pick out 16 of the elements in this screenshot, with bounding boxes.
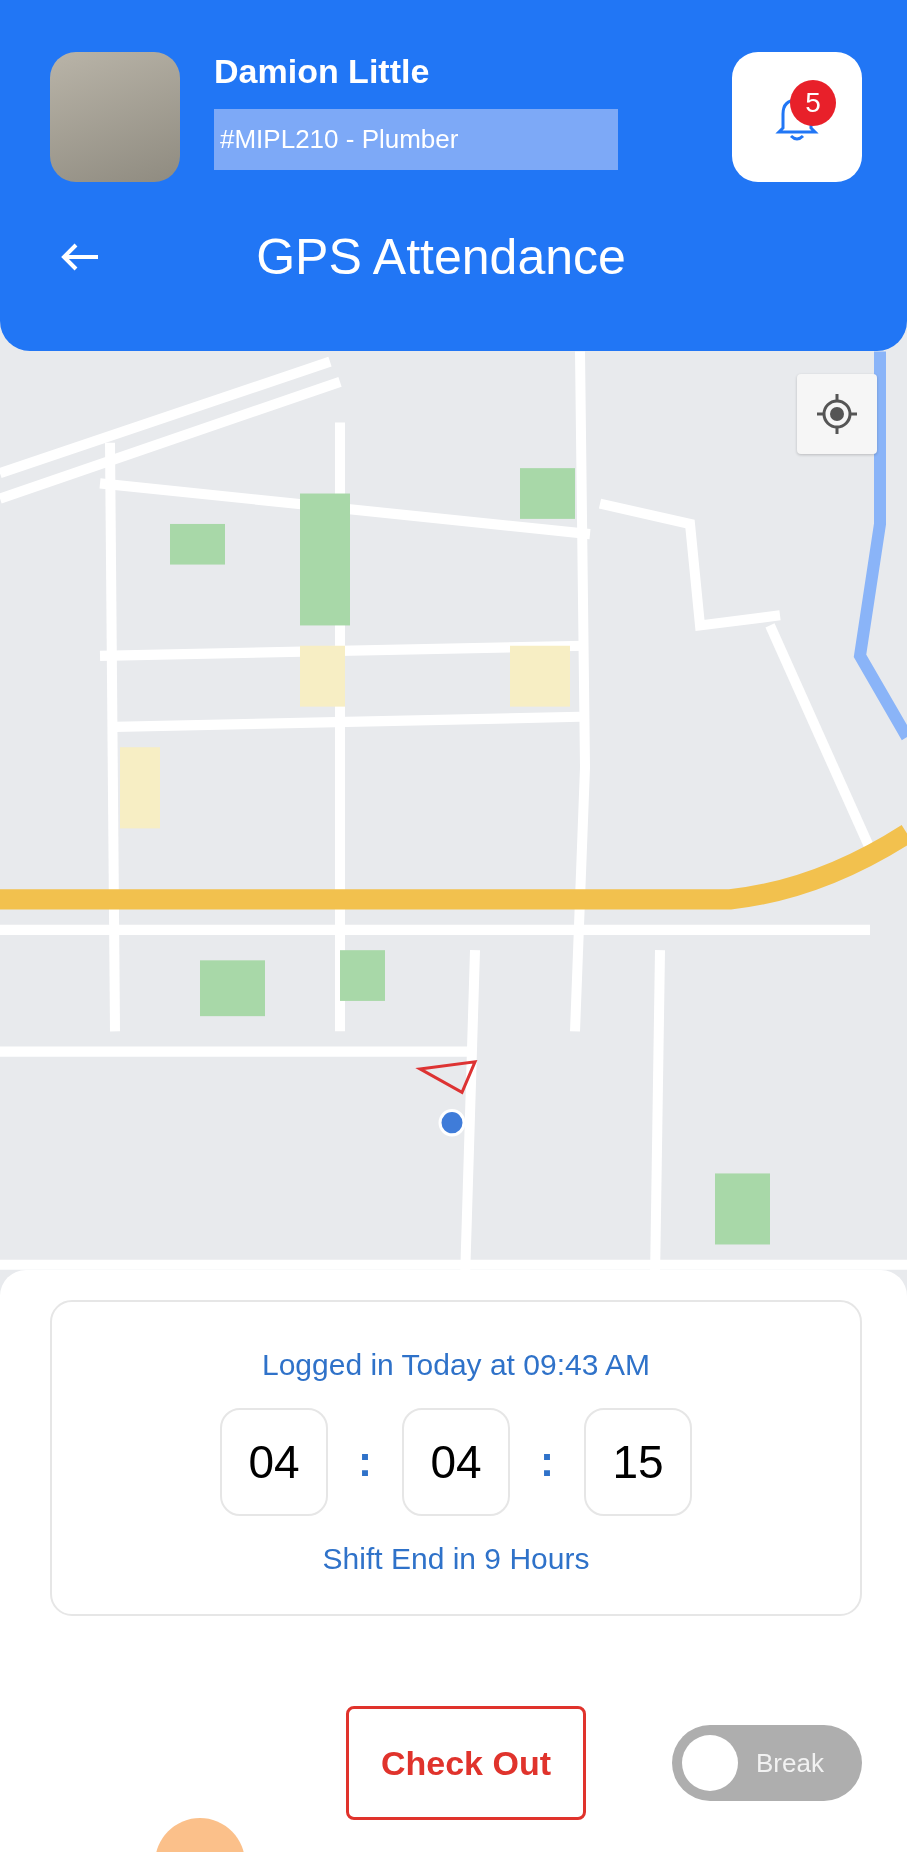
timer-separator: : [540,1438,554,1486]
crosshair-icon [815,392,859,436]
notification-count: 5 [790,80,836,126]
back-arrow-icon [60,242,100,272]
timer-digits: 04 [402,1408,510,1516]
employee-tag: #MIPL210 - Plumber [214,109,618,170]
user-name: Damion Little [214,52,431,91]
notification-button[interactable]: 5 [732,52,862,182]
shift-end-info: Shift End in 9 Hours [322,1542,590,1576]
check-out-button[interactable]: Check Out [346,1706,586,1820]
timer-digits: 04 [220,1408,328,1516]
my-location-button[interactable] [797,374,877,454]
timer-separator: : [358,1438,372,1486]
page-title: GPS Attendance [255,228,627,286]
login-info: Logged in Today at 09:43 AM [261,1348,651,1382]
timer-digits: 15 [584,1408,692,1516]
